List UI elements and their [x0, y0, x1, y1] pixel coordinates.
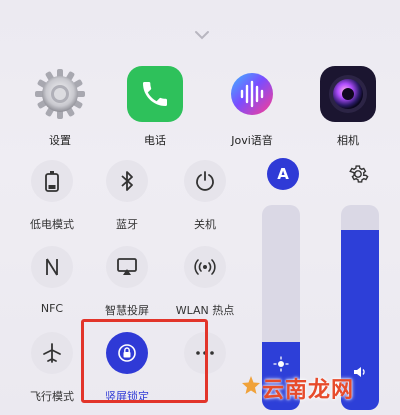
tile-label: 蓝牙 [116, 218, 138, 231]
watermark-logo-icon [242, 376, 260, 394]
power-icon [184, 160, 226, 202]
app-label: 设置 [49, 134, 71, 147]
tile-label: 关机 [194, 218, 216, 231]
app-camera[interactable]: 相机 [308, 66, 388, 148]
app-label: 电话 [144, 134, 166, 147]
jovi-voice-icon [224, 66, 280, 122]
battery-icon [31, 160, 73, 202]
auto-brightness-button[interactable]: A [267, 158, 299, 190]
tile-nfc[interactable]: NFC [12, 246, 92, 315]
tile-airplane[interactable]: 飞行模式 [12, 332, 92, 404]
nfc-icon [31, 246, 73, 288]
screen-cast-icon [106, 246, 148, 288]
sun-icon [273, 356, 289, 372]
chevron-down-icon[interactable] [194, 30, 210, 40]
speaker-icon [354, 367, 365, 377]
tile-label: 低电模式 [30, 218, 74, 231]
tile-label: WLAN 热点 [175, 304, 235, 317]
camera-icon [320, 66, 376, 122]
tile-bluetooth[interactable]: 蓝牙 [87, 160, 167, 232]
highlight-box [81, 319, 208, 403]
settings-icon [32, 66, 88, 122]
gear-icon[interactable] [344, 160, 372, 188]
watermark-text: 云南龙网 [262, 378, 355, 403]
app-settings[interactable]: 设置 [20, 66, 100, 148]
airplane-icon [31, 332, 73, 374]
app-label: 相机 [337, 134, 359, 147]
tile-label: 智慧投屏 [105, 304, 149, 317]
hotspot-icon [184, 246, 226, 288]
auto-brightness-label: A [277, 165, 289, 183]
phone-icon [127, 66, 183, 122]
bluetooth-icon [106, 160, 148, 202]
app-phone[interactable]: 电话 [115, 66, 195, 148]
tile-wlan-hotspot[interactable]: WLAN 热点 [165, 246, 245, 318]
tile-label: 飞行模式 [30, 390, 74, 403]
tile-power-off[interactable]: 关机 [165, 160, 245, 232]
tile-low-power[interactable]: 低电模式 [12, 160, 92, 232]
app-label: Jovi语音 [231, 134, 273, 147]
app-jovi-voice[interactable]: Jovi语音 [212, 66, 292, 148]
tile-screen-cast[interactable]: 智慧投屏 [87, 246, 167, 318]
tile-label: NFC [40, 302, 64, 315]
